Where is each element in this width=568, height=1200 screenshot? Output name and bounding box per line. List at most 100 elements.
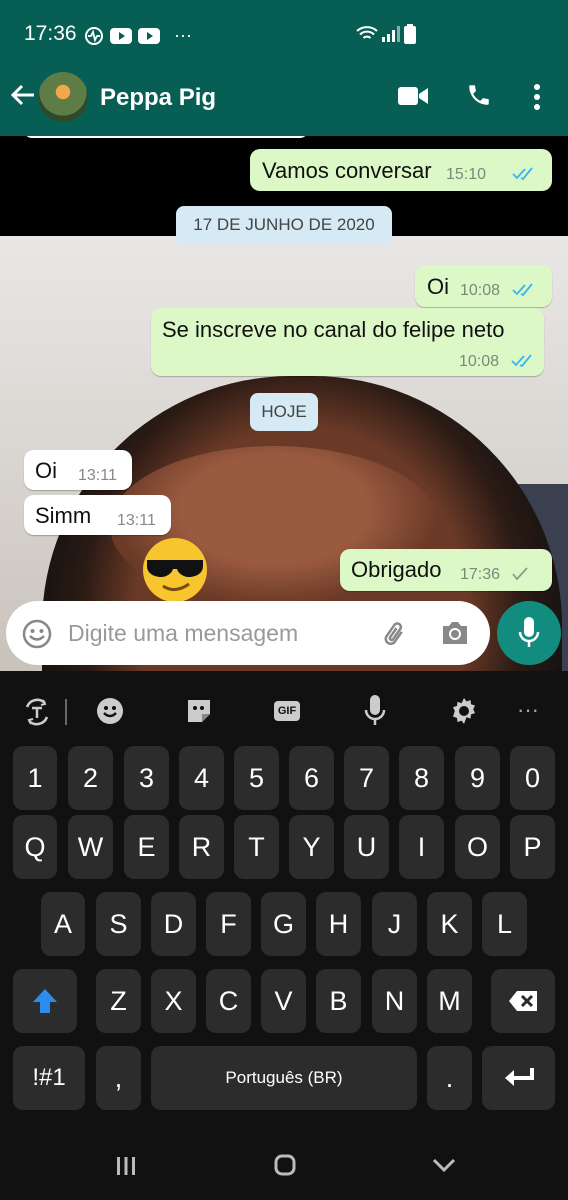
key-x[interactable]: X	[151, 969, 196, 1033]
youtube-icon-2	[138, 27, 160, 44]
key-z[interactable]: Z	[96, 969, 141, 1033]
key-o[interactable]: O	[455, 815, 500, 879]
key-f[interactable]: F	[206, 892, 251, 956]
message-text: Obrigado	[351, 557, 442, 582]
key-y[interactable]: Y	[289, 815, 334, 879]
delivered-receipt-icon	[512, 567, 528, 581]
backspace-key[interactable]	[491, 969, 555, 1033]
scrolled-message-edge	[24, 136, 308, 138]
key-a[interactable]: A	[41, 892, 85, 956]
key-3[interactable]: 3	[124, 746, 169, 810]
settings-gear-icon[interactable]	[450, 697, 478, 725]
read-receipt-icon	[512, 167, 533, 181]
key-n[interactable]: N	[372, 969, 417, 1033]
date-divider: HOJE	[250, 393, 318, 431]
message-bubble-outgoing[interactable]: Obrigado 17:36	[340, 549, 552, 591]
message-bubble-incoming[interactable]: Oi 13:11	[24, 450, 132, 490]
message-bubble-outgoing[interactable]: Vamos conversar 15:10	[250, 149, 552, 191]
message-time: 13:11	[78, 467, 117, 484]
vpn-icon	[85, 26, 103, 45]
key-c[interactable]: C	[206, 969, 251, 1033]
key-7[interactable]: 7	[344, 746, 389, 810]
key-5[interactable]: 5	[234, 746, 279, 810]
enter-key[interactable]	[482, 1046, 555, 1110]
key-1[interactable]: 1	[13, 746, 57, 810]
key-u[interactable]: U	[344, 815, 389, 879]
attach-icon[interactable]	[380, 619, 410, 649]
message-time: 10:08	[460, 282, 501, 299]
emoji-keyboard-icon[interactable]	[96, 697, 124, 725]
more-options-icon[interactable]	[534, 84, 540, 110]
key-h[interactable]: H	[316, 892, 361, 956]
message-time: 10:08	[459, 353, 500, 370]
key-e[interactable]: E	[124, 815, 169, 879]
key-w[interactable]: W	[68, 815, 113, 879]
message-text: Oi	[35, 458, 57, 483]
key-2[interactable]: 2	[68, 746, 113, 810]
key-i[interactable]: I	[399, 815, 444, 879]
contact-avatar[interactable]	[38, 72, 88, 122]
key-b[interactable]: B	[316, 969, 361, 1033]
status-time: 17:36	[24, 22, 77, 45]
key-v[interactable]: V	[261, 969, 306, 1033]
key-s[interactable]: S	[96, 892, 141, 956]
gif-button[interactable]: GIF	[274, 701, 300, 721]
sunglasses-emoji-icon[interactable]	[141, 536, 209, 604]
message-input[interactable]: Digite uma mensagem	[6, 601, 490, 665]
message-time: 13:11	[117, 512, 156, 529]
key-q[interactable]: Q	[13, 815, 57, 879]
system-nav-bar	[0, 1128, 568, 1200]
sticker-icon[interactable]	[185, 697, 213, 725]
comma-key[interactable]: ,	[96, 1046, 141, 1110]
message-time: 15:10	[446, 166, 487, 183]
key-j[interactable]: J	[372, 892, 417, 956]
video-call-icon[interactable]	[398, 86, 428, 106]
mic-button[interactable]	[497, 601, 561, 665]
contact-name[interactable]: Peppa Pig	[100, 84, 216, 112]
toolbar-divider	[65, 699, 67, 725]
key-0[interactable]: 0	[510, 746, 555, 810]
camera-icon[interactable]	[440, 619, 470, 647]
key-d[interactable]: D	[151, 892, 196, 956]
shift-key[interactable]	[13, 969, 77, 1033]
period-key[interactable]: .	[427, 1046, 472, 1110]
home-icon[interactable]	[274, 1154, 296, 1176]
space-key[interactable]: Português (BR)	[151, 1046, 417, 1110]
notification-icons: ···	[84, 25, 192, 46]
key-t[interactable]: T	[234, 815, 279, 879]
phone-icon[interactable]	[466, 82, 492, 108]
voice-input-icon[interactable]	[364, 695, 386, 727]
battery-icon	[404, 24, 416, 44]
mic-icon	[518, 617, 540, 647]
key-6[interactable]: 6	[289, 746, 334, 810]
key-8[interactable]: 8	[399, 746, 444, 810]
backspace-icon	[509, 991, 537, 1011]
translate-icon[interactable]	[22, 697, 52, 727]
back-arrow-icon[interactable]	[10, 82, 36, 108]
message-placeholder: Digite uma mensagem	[68, 620, 299, 646]
back-nav-icon[interactable]	[432, 1158, 456, 1172]
key-g[interactable]: G	[261, 892, 306, 956]
key-9[interactable]: 9	[455, 746, 500, 810]
message-bubble-incoming[interactable]: Simm 13:11	[24, 495, 171, 535]
more-tools[interactable]: ···	[517, 697, 539, 723]
read-receipt-icon	[511, 354, 532, 368]
message-text: Vamos conversar	[262, 158, 432, 183]
key-4[interactable]: 4	[179, 746, 224, 810]
key-m[interactable]: M	[427, 969, 472, 1033]
key-l[interactable]: L	[482, 892, 527, 956]
message-bubble-outgoing[interactable]: Se inscreve no canal do felipe neto 10:0…	[151, 308, 544, 376]
symbols-key[interactable]: !#1	[13, 1046, 85, 1110]
message-bubble-outgoing[interactable]: Oi 10:08	[415, 265, 552, 307]
date-divider: 17 DE JUNHO DE 2020	[176, 206, 392, 244]
message-text: Se inscreve no canal do felipe neto	[162, 317, 505, 342]
recent-apps-icon[interactable]	[116, 1156, 136, 1176]
message-text: Simm	[35, 503, 92, 528]
chat-area[interactable]: Vamos conversar 15:10 17 DE JUNHO DE 202…	[0, 136, 568, 671]
gif-label: GIF	[277, 705, 297, 717]
key-k[interactable]: K	[427, 892, 472, 956]
emoji-icon[interactable]	[22, 619, 52, 649]
status-bar: 17:36 ···	[0, 0, 568, 58]
key-p[interactable]: P	[510, 815, 555, 879]
key-r[interactable]: R	[179, 815, 224, 879]
